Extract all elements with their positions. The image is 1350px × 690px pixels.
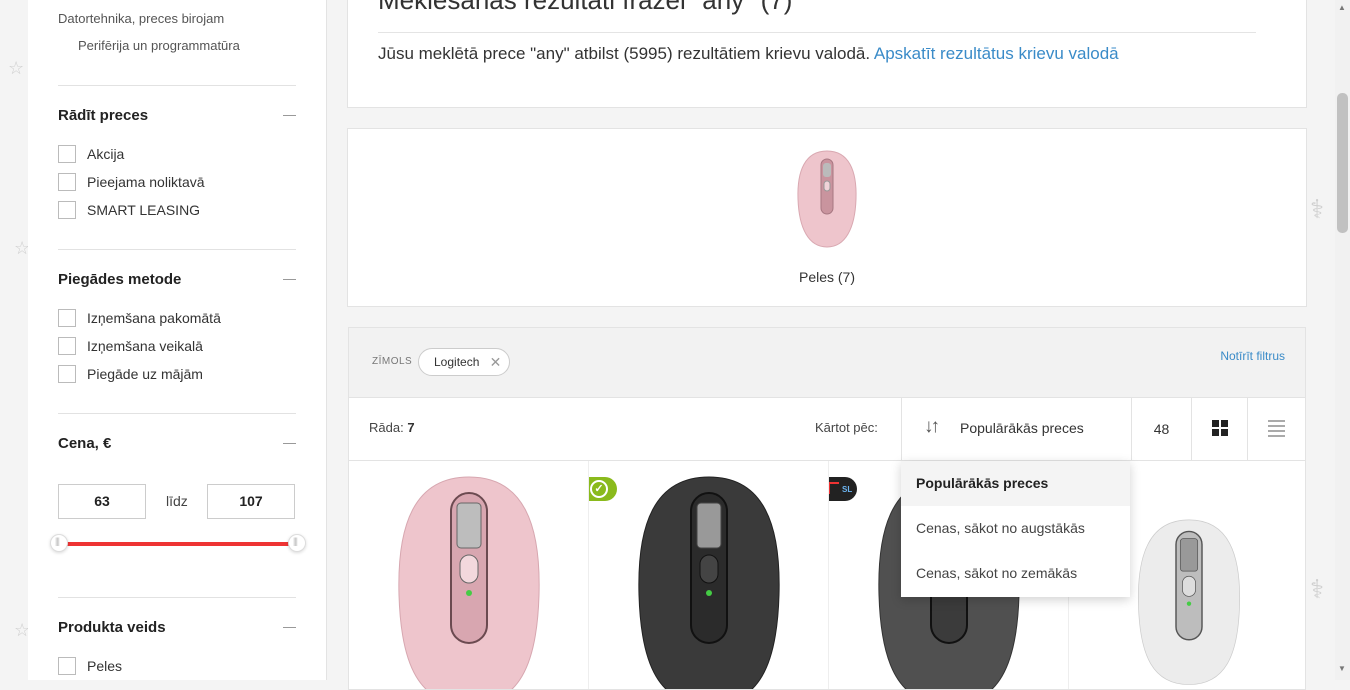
checkbox-in-stock[interactable]: Pieejama noliktavā <box>58 172 205 192</box>
section-title-delivery[interactable]: Piegādes metode <box>58 271 181 288</box>
price-slider-min-handle[interactable] <box>50 534 68 552</box>
checkbox-box[interactable] <box>58 365 76 383</box>
star-decoration-icon: ☆ <box>8 58 25 79</box>
product-image <box>398 476 540 689</box>
collapse-icon[interactable] <box>283 443 296 444</box>
category-caption: Peles (7) <box>798 269 856 285</box>
checkbox-label: Piegāde uz mājām <box>87 366 203 382</box>
sort-selected-value: Populārākās preces <box>960 420 1084 436</box>
view-russian-results-link[interactable]: Apskatīt rezultātus krievu valodā <box>874 44 1119 63</box>
brand-filter-chip[interactable]: Logitech ✕ <box>418 348 511 376</box>
checkbox-akcija[interactable]: Akcija <box>58 144 124 164</box>
price-slider-track[interactable] <box>58 542 298 546</box>
checkbox-box[interactable] <box>58 201 76 219</box>
section-title-show[interactable]: Rādīt preces <box>58 107 148 124</box>
scrollbar-thumb[interactable] <box>1337 93 1348 233</box>
category-link[interactable]: Datortehnika, preces birojam <box>58 11 224 26</box>
list-icon <box>1268 420 1285 437</box>
price-slider-max-handle[interactable] <box>288 534 306 552</box>
collapse-icon[interactable] <box>283 115 296 116</box>
divider <box>58 413 296 414</box>
result-count-label: Rāda: <box>369 420 404 435</box>
scroll-down-arrow-icon[interactable]: ▼ <box>1338 664 1346 673</box>
page-scrollbar[interactable]: ▲ ▼ <box>1335 0 1350 680</box>
list-view-button[interactable] <box>1247 398 1305 460</box>
sort-toolbar: Rāda: 7 Kārtot pēc: ↓↑ Populārākās prece… <box>348 397 1306 461</box>
grid-view-button[interactable] <box>1191 398 1247 460</box>
divider <box>58 249 296 250</box>
collapse-icon[interactable] <box>283 279 296 280</box>
subcategory-link[interactable]: Perifērija un programmatūra <box>78 38 240 53</box>
section-title-product-type[interactable]: Produkta veids <box>58 619 166 636</box>
grid-icon <box>1212 420 1228 436</box>
checkbox-box[interactable] <box>58 145 76 163</box>
checkbox-parcel-locker[interactable]: Izņemšana pakomātā <box>58 308 221 328</box>
product-card[interactable] <box>349 461 589 689</box>
checkbox-box[interactable] <box>58 173 76 191</box>
product-image <box>638 476 780 689</box>
sort-label: Kārtot pēc: <box>815 420 878 435</box>
checkbox-label: Izņemšana veikalā <box>87 338 203 354</box>
sort-option-price-asc[interactable]: Cenas, sākot no zemākās <box>901 551 1130 596</box>
candy-cane-icon: ⚕ <box>1310 195 1325 225</box>
section-title-price[interactable]: Cena, € <box>58 435 111 452</box>
price-min-input[interactable]: 63 <box>58 484 146 519</box>
category-card[interactable]: Peles (7) <box>347 128 1307 307</box>
active-filters-bar: ZĪMOLS Logitech ✕ Notīrīt filtrus <box>348 327 1306 398</box>
results-info-text: Jūsu meklētā prece "any" atbilst (5995) … <box>378 44 871 63</box>
brand-filter-label: ZĪMOLS <box>372 356 413 367</box>
checkbox-smart-leasing[interactable]: SMART LEASING <box>58 200 200 220</box>
clear-filters-link[interactable]: Notīrīt filtrus <box>1220 349 1285 363</box>
result-count: Rāda: 7 <box>369 420 415 435</box>
per-page-select[interactable]: 48 <box>1131 398 1191 460</box>
verified-badge-icon <box>589 477 617 501</box>
candy-cane-icon: ⚕ <box>1310 575 1325 605</box>
sort-dropdown-menu: Populārākās preces Cenas, sākot no augst… <box>901 461 1130 597</box>
checkbox-label: Peles <box>87 658 123 674</box>
product-grid: SL <box>348 460 1306 690</box>
sort-option-price-desc[interactable]: Cenas, sākot no augstākās <box>901 506 1130 551</box>
sort-arrows-icon: ↓↑ <box>924 416 940 437</box>
scroll-up-arrow-icon[interactable]: ▲ <box>1338 3 1346 12</box>
results-info: Jūsu meklētā prece "any" atbilst (5995) … <box>378 44 1119 64</box>
checkbox-label: Izņemšana pakomātā <box>87 310 221 326</box>
divider <box>58 597 296 598</box>
sort-option-popular[interactable]: Populārākās preces <box>901 461 1130 506</box>
price-max-input[interactable]: 107 <box>207 484 295 519</box>
checkbox-box[interactable] <box>58 309 76 327</box>
product-image <box>1138 519 1240 685</box>
checkbox-mice[interactable]: Peles <box>58 656 122 676</box>
remove-filter-icon[interactable]: ✕ <box>490 349 502 375</box>
product-card[interactable] <box>589 461 829 689</box>
checkbox-label: Pieejama noliktavā <box>87 174 205 190</box>
checkbox-box[interactable] <box>58 657 76 675</box>
result-count-value: 7 <box>407 420 415 435</box>
checkbox-label: Akcija <box>87 146 125 162</box>
smart-leasing-badge-icon: SL <box>829 477 857 501</box>
results-header: Meklēšanas rezultāti frāzei "any" (7) Jū… <box>347 0 1307 108</box>
checkbox-store-pickup[interactable]: Izņemšana veikalā <box>58 336 203 356</box>
sort-select[interactable]: ↓↑ Populārākās preces <box>901 398 1131 460</box>
checkbox-box[interactable] <box>58 337 76 355</box>
page-title: Meklēšanas rezultāti frāzei "any" (7) <box>378 0 793 15</box>
mouse-thumbnail <box>797 150 857 248</box>
collapse-icon[interactable] <box>283 627 296 628</box>
checkbox-label: SMART LEASING <box>87 202 201 218</box>
chip-label: Logitech <box>434 355 480 369</box>
price-to-label: līdz <box>166 493 188 509</box>
divider <box>378 32 1256 33</box>
divider <box>58 85 296 86</box>
filter-sidebar: Datortehnika, preces birojam Perifērija … <box>28 0 327 680</box>
checkbox-home-delivery[interactable]: Piegāde uz mājām <box>58 364 203 384</box>
